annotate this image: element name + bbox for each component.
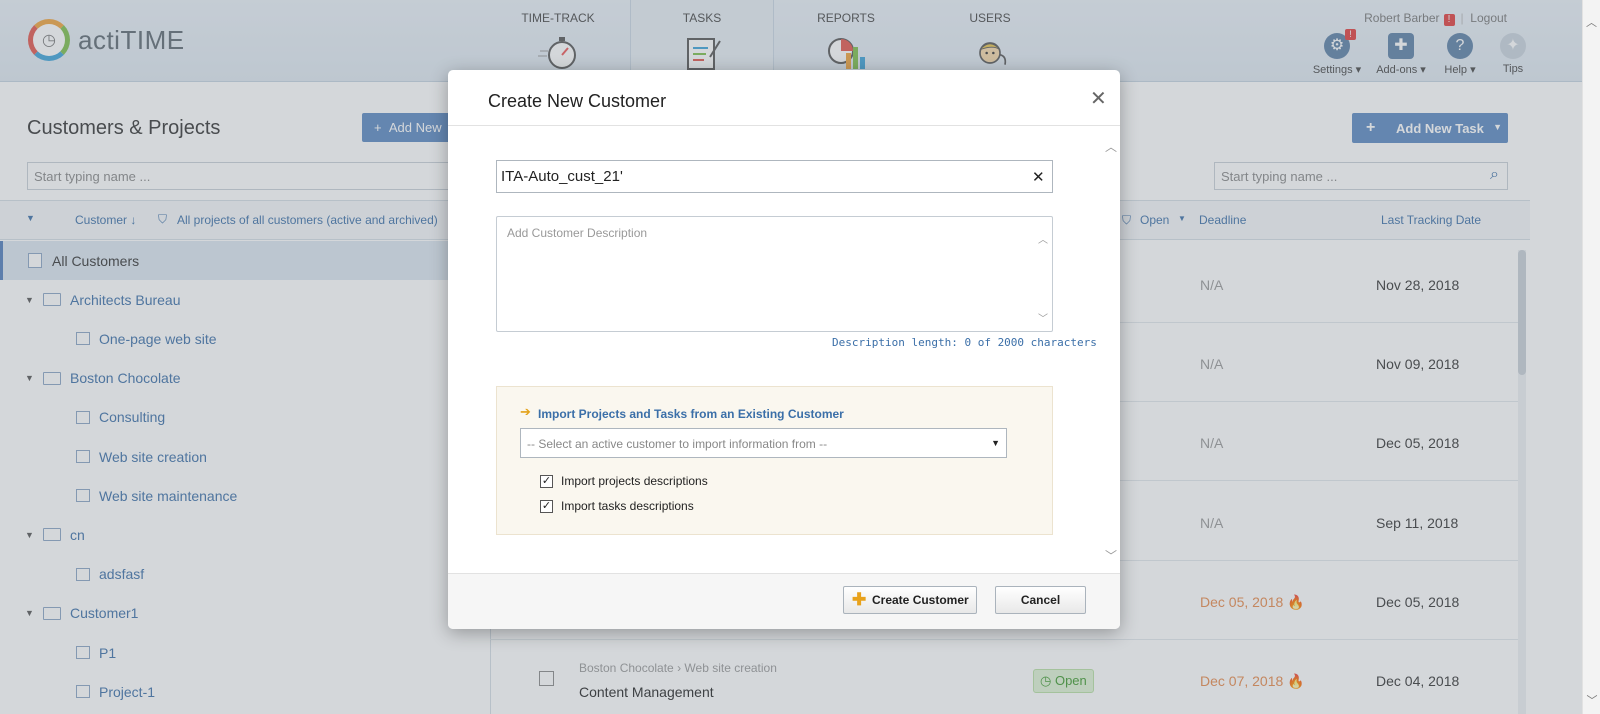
scroll-up-icon[interactable]: ︿ xyxy=(1583,14,1600,30)
scroll-up-icon[interactable]: ︿ xyxy=(1102,138,1120,155)
plus-icon: ✚ xyxy=(852,590,867,609)
scroll-down-icon[interactable]: ﹀ xyxy=(1583,692,1600,708)
import-projects-descriptions-option[interactable]: ✓ Import projects descriptions xyxy=(540,474,708,488)
scroll-down-icon[interactable]: ﹀ xyxy=(1038,310,1048,325)
import-projects-label: Import projects descriptions xyxy=(561,474,708,488)
import-tasks-label: Import tasks descriptions xyxy=(561,499,694,513)
description-length-counter: Description length: 0 of 2000 characters xyxy=(832,336,1097,349)
cancel-button[interactable]: Cancel xyxy=(995,586,1086,614)
import-tasks-descriptions-option[interactable]: ✓ Import tasks descriptions xyxy=(540,499,694,513)
create-customer-label: Create Customer xyxy=(872,593,969,607)
description-placeholder: Add Customer Description xyxy=(507,226,648,240)
clear-input-icon[interactable]: ✕ xyxy=(1032,168,1045,186)
customer-name-input[interactable]: ITA-Auto_cust_21' xyxy=(496,160,1053,193)
dialog-divider xyxy=(448,125,1120,126)
import-projects-checkbox[interactable]: ✓ xyxy=(540,474,553,488)
page-scrollbar[interactable]: ︿ ﹀ xyxy=(1582,0,1600,714)
import-section-title[interactable]: Import Projects and Tasks from an Existi… xyxy=(538,407,844,421)
import-customer-select[interactable]: -- Select an active customer to import i… xyxy=(520,428,1007,458)
import-select-placeholder: -- Select an active customer to import i… xyxy=(527,437,828,451)
create-customer-button[interactable]: ✚ Create Customer xyxy=(843,586,977,614)
customer-description-textarea[interactable]: Add Customer Description ︿ ﹀ xyxy=(496,216,1053,332)
close-icon[interactable]: ✕ xyxy=(1090,86,1107,111)
dialog-scrollbar[interactable]: ︿ ﹀ xyxy=(1102,134,1120,564)
import-arrow-icon: ➔ xyxy=(520,404,531,419)
create-customer-dialog: Create New Customer ✕ ITA-Auto_cust_21' … xyxy=(448,70,1120,629)
import-tasks-checkbox[interactable]: ✓ xyxy=(540,499,553,513)
scroll-down-icon[interactable]: ﹀ xyxy=(1102,547,1120,564)
chevron-down-icon: ▼ xyxy=(991,438,1000,448)
dialog-title: Create New Customer xyxy=(488,91,667,111)
scroll-up-icon[interactable]: ︿ xyxy=(1038,231,1048,246)
